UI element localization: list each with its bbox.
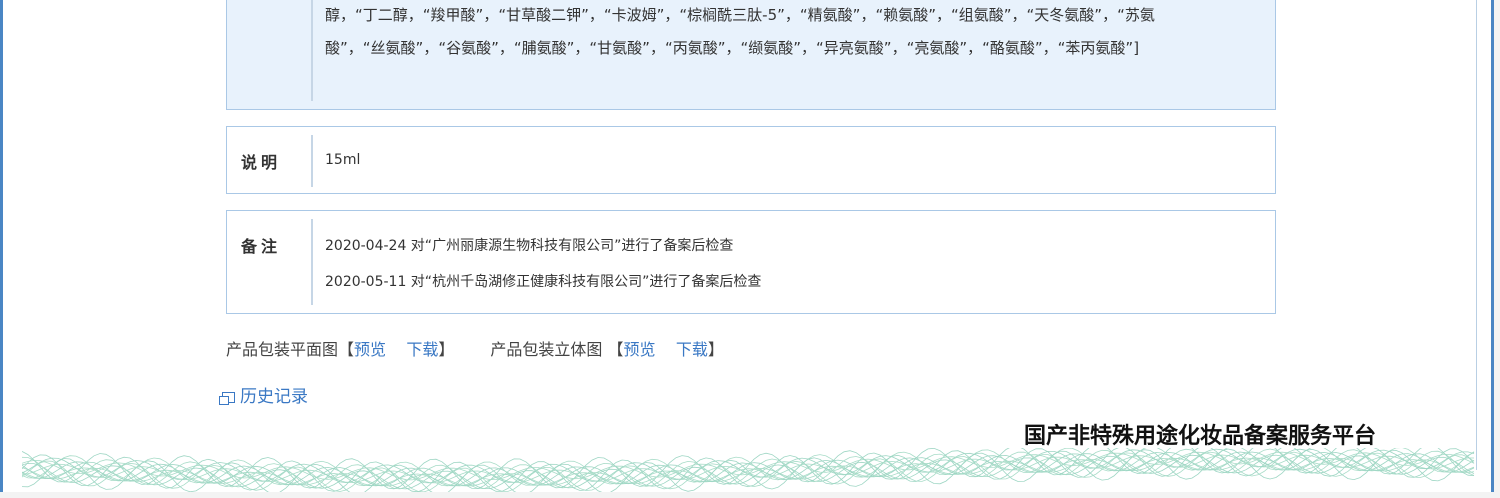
remarks-row: 备注 2020-04-24 对“广州丽康源生物科技有限公司”进行了备案后检查 2… bbox=[226, 210, 1276, 314]
platform-name: 国产非特殊用途化妆品备案服务平台 bbox=[1024, 424, 1377, 449]
flat-download-link[interactable]: 下载 bbox=[406, 336, 438, 360]
ingredients-text: 醇，“丁二醇，“羧甲酸”，“甘草酸二钾”，“卡波姆”，“棕榈酰三肽-5”，“精氨… bbox=[325, 0, 1255, 65]
description-label: 说明 bbox=[241, 153, 282, 172]
solid-download-link[interactable]: 下载 bbox=[676, 336, 708, 360]
description-value: 15ml bbox=[325, 152, 361, 168]
packaging-flat-close: 】 bbox=[438, 340, 455, 359]
packaging-solid-close: 】 bbox=[707, 340, 724, 359]
ingredients-line: 醇，“丁二醇，“羧甲酸”，“甘草酸二钾”，“卡波姆”，“棕榈酰三肽-5”，“精氨… bbox=[325, 6, 1155, 24]
ingredients-line: 酸”，“丝氨酸”，“谷氨酸”，“脯氨酸”，“甘氨酸”，“丙氨酸”，“缬氨酸”，“… bbox=[325, 39, 1140, 57]
inner-border-line bbox=[1476, 0, 1477, 470]
wave-pattern-footer bbox=[22, 448, 1475, 492]
remarks-entry: 2020-04-24 对“广州丽康源生物科技有限公司”进行了备案后检查 bbox=[325, 238, 734, 254]
packaging-links: 产品包装平面图【预览 下载】 产品包装立体图 【预览 下载】 bbox=[226, 336, 724, 360]
description-row: 说明 15ml bbox=[226, 126, 1276, 194]
packaging-flat-label: 产品包装平面图【 bbox=[226, 340, 355, 359]
flat-preview-link[interactable]: 预览 bbox=[354, 336, 386, 360]
remarks-entry: 2020-05-11 对“杭州千岛湖修正健康科技有限公司”进行了备案后检查 bbox=[325, 274, 762, 290]
solid-preview-link[interactable]: 预览 bbox=[624, 336, 656, 360]
remarks-label: 备注 bbox=[241, 237, 282, 256]
description-divider bbox=[311, 135, 313, 187]
window-icon bbox=[219, 392, 235, 405]
packaging-solid-label: 产品包装立体图 【 bbox=[490, 340, 624, 359]
ingredients-divider bbox=[311, 0, 313, 101]
remarks-divider bbox=[311, 219, 313, 305]
ingredients-box: 醇，“丁二醇，“羧甲酸”，“甘草酸二钾”，“卡波姆”，“棕榈酰三肽-5”，“精氨… bbox=[226, 0, 1276, 110]
history-label: 历史记录 bbox=[240, 387, 308, 407]
history-link[interactable]: 历史记录 bbox=[219, 382, 308, 407]
